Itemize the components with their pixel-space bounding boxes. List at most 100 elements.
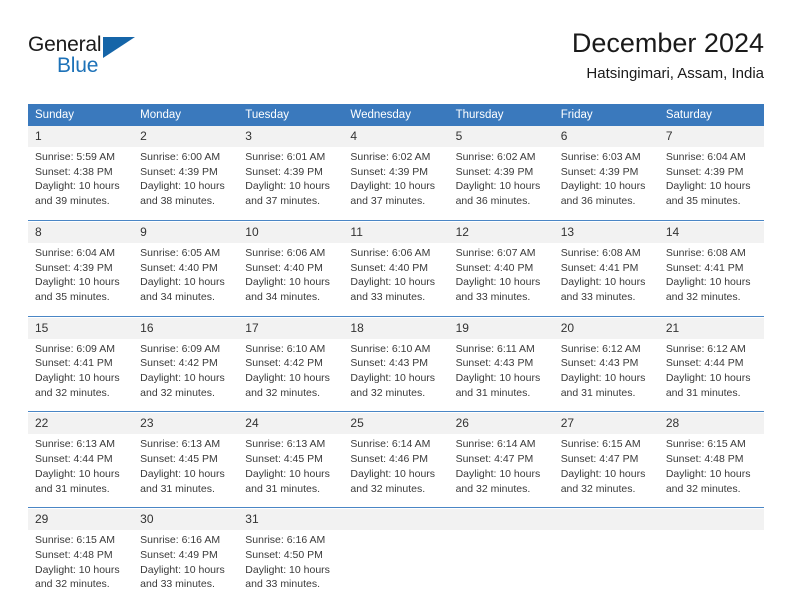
- sunrise-text: Sunrise: 6:10 AM: [245, 342, 326, 355]
- day-number-cell[interactable]: 27: [553, 413, 659, 435]
- daylight-text-line2: and 31 minutes.: [455, 386, 531, 399]
- daylight-text-line2: and 31 minutes.: [245, 482, 320, 495]
- sunrise-text: Sunrise: 6:08 AM: [560, 246, 641, 259]
- day-number-cell[interactable]: 9: [133, 221, 239, 243]
- day-number-cell[interactable]: 15: [28, 317, 134, 339]
- day-number-cell[interactable]: 19: [448, 317, 554, 339]
- day-number-cell[interactable]: 2: [133, 126, 239, 147]
- weekday-header-thursday: Thursday: [448, 104, 554, 126]
- sunset-text: Sunset: 4:39 PM: [140, 165, 218, 178]
- day-number-cell[interactable]: 8: [28, 221, 134, 243]
- sunrise-text: Sunrise: 6:05 AM: [140, 246, 221, 259]
- sunset-text: Sunset: 4:45 PM: [245, 453, 323, 466]
- day-number-cell[interactable]: 24: [238, 413, 344, 435]
- sunrise-text: Sunrise: 6:10 AM: [350, 342, 431, 355]
- logo-text-general: General: [28, 33, 102, 56]
- daylight-text-line1: Daylight: 10 hours: [350, 372, 436, 385]
- sunset-text: Sunset: 4:40 PM: [245, 261, 323, 274]
- day-number-cell[interactable]: 28: [658, 413, 764, 435]
- week-3-daynum-row: 15 16 17 18 19 20 21: [28, 317, 764, 339]
- sunset-text: Sunset: 4:39 PM: [665, 165, 744, 178]
- day-number-cell[interactable]: 18: [343, 317, 449, 339]
- sunrise-text: Sunrise: 6:07 AM: [455, 246, 536, 259]
- daylight-text-line2: and 32 minutes.: [140, 386, 215, 399]
- daylight-text-line1: Daylight: 10 hours: [140, 467, 225, 480]
- day-number-cell[interactable]: 10: [238, 221, 344, 243]
- day-detail-cell: Sunrise: 6:13 AM Sunset: 4:44 PM Dayligh…: [28, 434, 133, 507]
- daylight-text-line1: Daylight: 10 hours: [560, 467, 646, 480]
- sunrise-text: Sunrise: 6:12 AM: [665, 342, 746, 355]
- daylight-text-line1: Daylight: 10 hours: [35, 180, 120, 193]
- day-number-cell[interactable]: 6: [553, 126, 659, 147]
- day-number-cell[interactable]: 4: [343, 126, 449, 147]
- day-detail-cell-empty: [343, 530, 448, 603]
- day-number-cell[interactable]: 31: [238, 509, 344, 531]
- day-detail-cell: Sunrise: 6:01 AM Sunset: 4:39 PM Dayligh…: [238, 147, 343, 220]
- day-number-cell[interactable]: 21: [658, 317, 764, 339]
- daylight-text-line1: Daylight: 10 hours: [455, 276, 541, 289]
- day-number-cell[interactable]: 1: [28, 126, 134, 147]
- daylight-text-line1: Daylight: 10 hours: [245, 276, 330, 289]
- day-number-cell[interactable]: 17: [238, 317, 344, 339]
- location-subtitle: Hatsingimari, Assam, India: [586, 65, 764, 82]
- day-number-cell[interactable]: 3: [238, 126, 344, 147]
- day-number-cell[interactable]: 26: [448, 413, 554, 435]
- daylight-text-line1: Daylight: 10 hours: [665, 276, 751, 289]
- calendar-header-row-group: Sunday Monday Tuesday Wednesday Thursday…: [28, 104, 764, 126]
- day-number-cell[interactable]: 25: [343, 413, 449, 435]
- daylight-text-line1: Daylight: 10 hours: [245, 180, 330, 193]
- day-number-cell[interactable]: 20: [553, 317, 659, 339]
- sunset-text: Sunset: 4:49 PM: [140, 548, 218, 561]
- day-detail-cell: Sunrise: 6:04 AM Sunset: 4:39 PM Dayligh…: [28, 243, 133, 316]
- day-detail-cell: Sunrise: 6:15 AM Sunset: 4:48 PM Dayligh…: [28, 530, 133, 603]
- day-number-cell[interactable]: 16: [133, 317, 239, 339]
- day-detail-cell: Sunrise: 6:09 AM Sunset: 4:41 PM Dayligh…: [28, 339, 133, 412]
- daylight-text-line2: and 35 minutes.: [35, 290, 110, 303]
- daylight-text-line1: Daylight: 10 hours: [350, 467, 436, 480]
- day-number-cell[interactable]: 23: [133, 413, 239, 435]
- daylight-text-line2: and 32 minutes.: [665, 482, 741, 495]
- sunrise-text: Sunrise: 6:06 AM: [350, 246, 431, 259]
- week-1-daynum-row: 1 2 3 4 5 6 7: [28, 126, 764, 147]
- day-number-cell[interactable]: 14: [658, 221, 764, 243]
- day-number-cell[interactable]: 5: [448, 126, 554, 147]
- day-detail-cell: Sunrise: 6:02 AM Sunset: 4:39 PM Dayligh…: [449, 147, 554, 220]
- week-4-info-row: Sunrise: 6:13 AM Sunset: 4:44 PM Dayligh…: [28, 434, 764, 507]
- sunset-text: Sunset: 4:40 PM: [350, 261, 429, 274]
- day-detail-cell: Sunrise: 6:03 AM Sunset: 4:39 PM Dayligh…: [554, 147, 659, 220]
- daylight-text-line1: Daylight: 10 hours: [245, 372, 330, 385]
- sunrise-text: Sunrise: 6:06 AM: [245, 246, 326, 259]
- sunrise-text: Sunrise: 6:02 AM: [455, 151, 536, 163]
- daylight-text-line1: Daylight: 10 hours: [245, 563, 330, 576]
- page-title: December 2024: [571, 28, 764, 58]
- day-number-cell[interactable]: 13: [553, 221, 659, 243]
- daylight-text-line1: Daylight: 10 hours: [455, 467, 541, 480]
- day-number-cell[interactable]: 7: [658, 126, 764, 147]
- sunrise-text: Sunrise: 6:13 AM: [140, 438, 221, 451]
- daylight-text-line2: and 32 minutes.: [665, 290, 741, 303]
- daylight-text-line1: Daylight: 10 hours: [140, 563, 225, 576]
- daylight-text-line1: Daylight: 10 hours: [35, 467, 120, 480]
- day-number-cell[interactable]: 29: [28, 509, 134, 531]
- day-number-cell-empty: [658, 509, 764, 531]
- day-number-cell[interactable]: 11: [343, 221, 449, 243]
- daylight-text-line1: Daylight: 10 hours: [245, 467, 330, 480]
- day-detail-cell: Sunrise: 6:00 AM Sunset: 4:39 PM Dayligh…: [133, 147, 238, 220]
- weekday-header-saturday: Saturday: [658, 104, 764, 126]
- daylight-text-line2: and 33 minutes.: [560, 290, 636, 303]
- sunset-text: Sunset: 4:45 PM: [140, 453, 218, 466]
- calendar-body: 1 2 3 4 5 6 7 Sunrise: 5:59 AM Sunset: 4…: [28, 126, 764, 603]
- day-number-cell[interactable]: 12: [448, 221, 554, 243]
- sunset-text: Sunset: 4:44 PM: [35, 453, 113, 466]
- day-detail-cell: Sunrise: 6:10 AM Sunset: 4:43 PM Dayligh…: [343, 339, 448, 412]
- week-1-info-row: Sunrise: 5:59 AM Sunset: 4:38 PM Dayligh…: [28, 147, 764, 220]
- day-number-cell[interactable]: 30: [133, 509, 239, 531]
- general-blue-logo[interactable]: General Blue: [28, 34, 148, 86]
- daylight-text-line2: and 32 minutes.: [35, 386, 110, 399]
- day-number-cell[interactable]: 22: [28, 413, 134, 435]
- daylight-text-line2: and 39 minutes.: [35, 195, 110, 208]
- daylight-text-line1: Daylight: 10 hours: [35, 276, 120, 289]
- day-detail-cell: Sunrise: 6:16 AM Sunset: 4:50 PM Dayligh…: [238, 530, 343, 603]
- sunset-text: Sunset: 4:43 PM: [560, 357, 639, 370]
- sunrise-text: Sunrise: 6:15 AM: [35, 534, 115, 547]
